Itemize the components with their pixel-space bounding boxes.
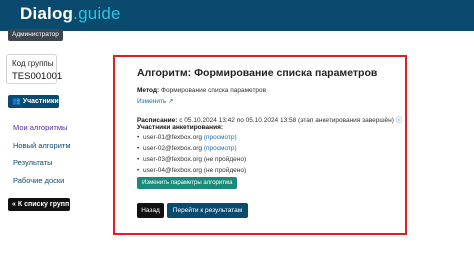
top-navbar: Dialog.guide [0,0,474,31]
schedule-value: с 05.10.2024 13:42 по 05.10.2024 13:58 (… [179,117,394,124]
go-to-results-button[interactable]: Перейти к результатам [167,203,248,218]
participant-view-link[interactable]: (просмотр) [204,134,237,141]
back-button[interactable]: Назад [137,203,164,218]
schedule-label: Расписание: [137,117,178,124]
double-chevron-left-icon: « [12,201,16,208]
role-bar [0,31,474,41]
nav-results[interactable]: Результаты [13,158,53,167]
help-icon[interactable]: ⓘ [396,117,403,124]
participant-item: user-02@fexbox.org (просмотр) [137,145,237,152]
method-label: Метод: [137,87,160,94]
algorithm-panel: Алгоритм: Формирование списка параметров… [113,55,407,235]
users-icon: 👥 [12,98,21,105]
method-row: Метод: Формирование списка параметров [137,87,266,94]
role-badge: Администратор [8,29,63,41]
participant-view-link[interactable]: (просмотр) [204,145,237,152]
participant-item: user-04@fexbox.org (не пройдено) [137,167,247,174]
app-logo[interactable]: Dialog.guide [20,4,121,24]
edit-link[interactable]: Изменить ↗ [137,97,174,105]
nav-new-algorithm[interactable]: Новый алгоритм [13,141,70,150]
group-code-value: TES001001 [12,71,63,82]
participants-heading: Участники анкетирования: [137,124,224,131]
nav-workboards[interactable]: Рабочие доски [13,176,64,185]
back-to-groups-button[interactable]: « К списку групп [8,198,70,211]
method-value: Формирование списка параметров [161,87,267,94]
schedule-row: Расписание: с 05.10.2024 13:42 по 05.10.… [137,114,402,124]
participant-status: (не пройдено) [203,156,247,163]
change-params-button[interactable]: Изменить параметры алгоритма [137,177,238,189]
participant-item: user-03@fexbox.org (не пройдено) [137,156,247,163]
participant-status: (не пройдено) [203,167,247,174]
participants-button[interactable]: 👥 Участники [8,95,59,108]
participant-item: user-01@fexbox.org (просмотр) [137,134,237,141]
page-title: Алгоритм: Формирование списка параметров [137,67,378,79]
nav-my-algorithms[interactable]: Мои алгоритмы [13,123,67,132]
group-code-box: Код группы TES001001 [6,54,62,84]
group-code-label: Код группы [12,59,54,68]
external-link-icon: ↗ [168,98,174,105]
